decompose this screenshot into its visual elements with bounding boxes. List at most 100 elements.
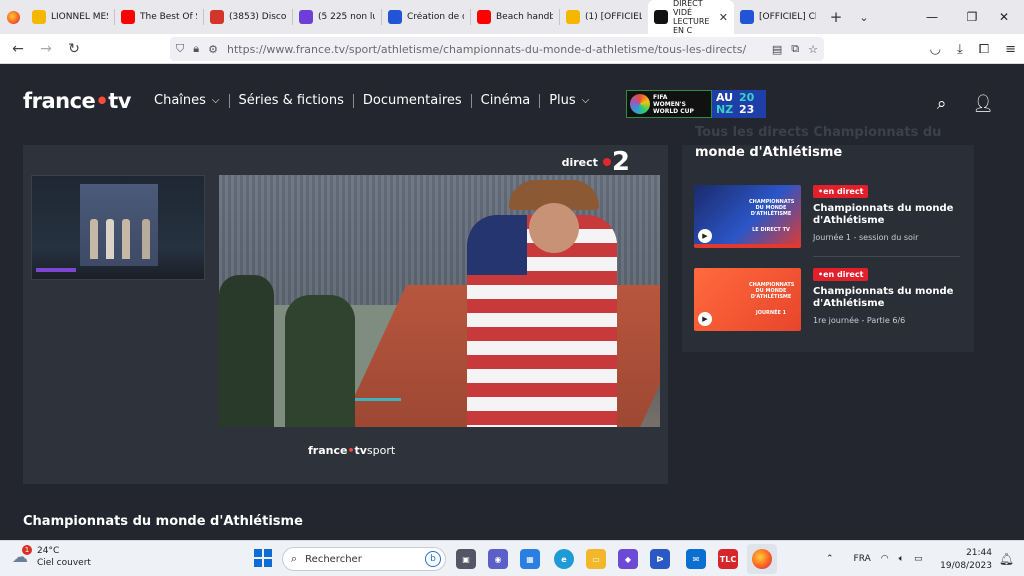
main-menu: Chaînes ⌵ Séries & fictions Documentaires Ci… xyxy=(154,93,589,108)
mail-icon[interactable]: ✉ xyxy=(686,549,706,569)
francetv-logo[interactable]: france•tv xyxy=(23,89,131,113)
menu-item[interactable]: Plus ⌵ xyxy=(549,93,589,108)
permissions-icon[interactable]: ⚙ xyxy=(208,43,218,56)
browser-tab[interactable]: [OFFICIEL] Ch xyxy=(734,0,822,34)
user-account-icon[interactable]: 👤︎ xyxy=(972,94,994,114)
battery-icon[interactable]: ▭ xyxy=(914,554,923,564)
browser-tab[interactable]: Beach handba xyxy=(471,0,559,34)
live-badge: •en direct xyxy=(813,185,869,198)
discord-icon xyxy=(210,10,224,24)
thumb-footer: LE DIRECT TV xyxy=(752,227,790,233)
temperature: 24°C xyxy=(37,546,60,556)
close-tab-icon[interactable]: ✕ xyxy=(719,11,728,24)
play-icon[interactable]: ▶ xyxy=(698,312,712,326)
v-logo-icon xyxy=(740,10,754,24)
new-tab-button[interactable]: + xyxy=(822,0,850,34)
athlete-figure xyxy=(90,219,98,259)
live-item-title[interactable]: Championnats du monde d'Athlétisme xyxy=(813,203,961,227)
forward-button[interactable]: → xyxy=(32,34,60,64)
live-item-thumbnail[interactable]: CHAMPIONNATS DU MONDE D'ATHLÉTISME JOURN… xyxy=(694,268,801,331)
tab-title: LIONNEL MES xyxy=(51,12,108,22)
browser-tab[interactable]: LIONNEL MES xyxy=(26,0,114,34)
fifa-nz: NZ xyxy=(716,103,734,116)
thumb-caption: CHAMPIONNATS DU MONDE D'ATHLÉTISME xyxy=(749,199,795,217)
browser-tab[interactable]: (3853) Discord xyxy=(204,0,292,34)
fifa-line1: FIFA xyxy=(653,93,668,101)
athlete-figure xyxy=(142,219,150,259)
language-indicator[interactable]: FRA xyxy=(854,554,871,564)
v-logo-icon xyxy=(388,10,402,24)
pip-caption-bar xyxy=(36,268,76,272)
search-icon[interactable]: ⌕ xyxy=(937,94,947,114)
live-item[interactable]: CHAMPIONNATS DU MONDE D'ATHLÉTISME JOURN… xyxy=(694,268,960,332)
taskbar-search[interactable]: ⌕ Rechercher b xyxy=(282,547,446,571)
browser-tab-active[interactable]: DIRECT VIDÉ LECTURE EN C ✕ xyxy=(648,0,734,34)
picture-in-picture-icon[interactable]: ⧉ xyxy=(791,42,799,56)
list-divider xyxy=(813,256,960,257)
close-window-button[interactable]: ✕ xyxy=(984,0,1024,34)
menu-item[interactable]: Séries & fictions xyxy=(239,93,344,108)
browser-tab[interactable]: (1) [OFFICIEL] xyxy=(560,0,648,34)
minimize-button[interactable]: — xyxy=(912,0,952,34)
logo-text-france: france xyxy=(23,89,96,113)
bookmark-star-icon[interactable]: ☆ xyxy=(808,43,818,56)
menu-item[interactable]: Cinéma xyxy=(481,93,531,108)
video-player[interactable]: direct 2 france•tvsport xyxy=(23,145,668,484)
wifi-icon[interactable]: ◠ xyxy=(881,554,889,564)
tab-list-chevron-down-icon[interactable]: ⌄ xyxy=(850,0,878,34)
menu-separator xyxy=(539,93,541,108)
athlete-figure xyxy=(122,219,130,259)
fifa-womens-world-cup-banner[interactable]: FIFA WOMEN'S WORLD CUP AU 20 NZ 23 xyxy=(626,90,768,118)
browser-tab[interactable]: (5 225 non lus xyxy=(293,0,381,34)
downloads-icon[interactable]: ⤓ xyxy=(957,42,963,57)
browser-tab[interactable]: Création de co xyxy=(382,0,470,34)
play-icon[interactable]: ▶ xyxy=(698,229,712,243)
address-bar[interactable]: ⛉ 🔒︎ ⚙ https://www.france.tv/sport/athle… xyxy=(170,37,824,61)
chevron-down-icon: ⌵ xyxy=(211,95,220,106)
reader-view-icon[interactable]: ▤ xyxy=(772,43,782,56)
mosaic-app-icon[interactable]: ᐅ xyxy=(650,549,670,569)
app-menu-icon[interactable]: ≡ xyxy=(1005,42,1016,57)
app-icon[interactable]: ◆ xyxy=(618,549,638,569)
youtube-icon xyxy=(121,10,135,24)
microsoft-store-icon[interactable]: ▦ xyxy=(520,549,540,569)
live-item-thumbnail[interactable]: CHAMPIONNATS DU MONDE D'ATHLÉTISME LE DI… xyxy=(694,185,801,248)
live-sidebar: Tous les directs Championnats du monde d… xyxy=(682,125,974,352)
thumb-progress-bar xyxy=(694,244,801,248)
live-item-title[interactable]: Championnats du monde d'Athlétisme xyxy=(813,286,961,310)
volume-icon[interactable]: 🔈︎ xyxy=(899,554,904,564)
url-text[interactable]: https://www.france.tv/sport/athletisme/c… xyxy=(227,43,746,56)
photographer xyxy=(219,275,274,427)
menu-item-label: Documentaires xyxy=(362,93,462,108)
edge-icon[interactable]: e xyxy=(554,549,574,569)
menu-item-label: Séries & fictions xyxy=(238,93,344,108)
start-button[interactable] xyxy=(254,549,272,567)
tlc-app-icon[interactable]: TLC xyxy=(718,549,738,569)
back-button[interactable]: ← xyxy=(4,34,32,64)
menu-item-label: Chaînes xyxy=(154,93,206,108)
reload-button[interactable]: ↻ xyxy=(60,34,88,64)
pip-video-thumbnail[interactable] xyxy=(31,175,205,280)
lock-icon[interactable]: 🔒︎ xyxy=(193,42,199,56)
clock[interactable]: 21:44 19/08/2023 xyxy=(940,547,992,573)
menu-item[interactable]: Documentaires xyxy=(363,93,462,108)
live-dot-icon xyxy=(602,158,611,166)
chevron-up-icon[interactable]: ⌃ xyxy=(826,554,834,564)
weather-widget[interactable]: ☁ 1 24°C Ciel couvert xyxy=(12,545,91,569)
extensions-icon[interactable]: ⧠ xyxy=(979,42,989,57)
tab-title: Beach handba xyxy=(496,12,553,22)
tab-title: (3853) Discord xyxy=(229,12,286,22)
task-view-icon[interactable]: ▣ xyxy=(456,549,476,569)
teams-chat-icon[interactable]: ◉ xyxy=(488,549,508,569)
notification-bell-icon[interactable]: 🔔︎ xyxy=(999,552,1014,566)
live-item[interactable]: CHAMPIONNATS DU MONDE D'ATHLÉTISME LE DI… xyxy=(694,185,960,249)
pocket-icon[interactable]: ◡ xyxy=(930,42,941,57)
firefox-icon[interactable] xyxy=(752,549,772,569)
menu-item[interactable]: Chaînes ⌵ xyxy=(154,93,220,108)
browser-tab[interactable]: The Best Of Sh xyxy=(115,0,203,34)
shield-icon[interactable]: ⛉ xyxy=(176,42,184,56)
firefox-menu-icon[interactable] xyxy=(0,0,26,34)
file-explorer-icon[interactable]: ▭ xyxy=(586,549,606,569)
main-video-frame[interactable] xyxy=(219,175,660,427)
bing-icon[interactable]: b xyxy=(425,551,441,567)
